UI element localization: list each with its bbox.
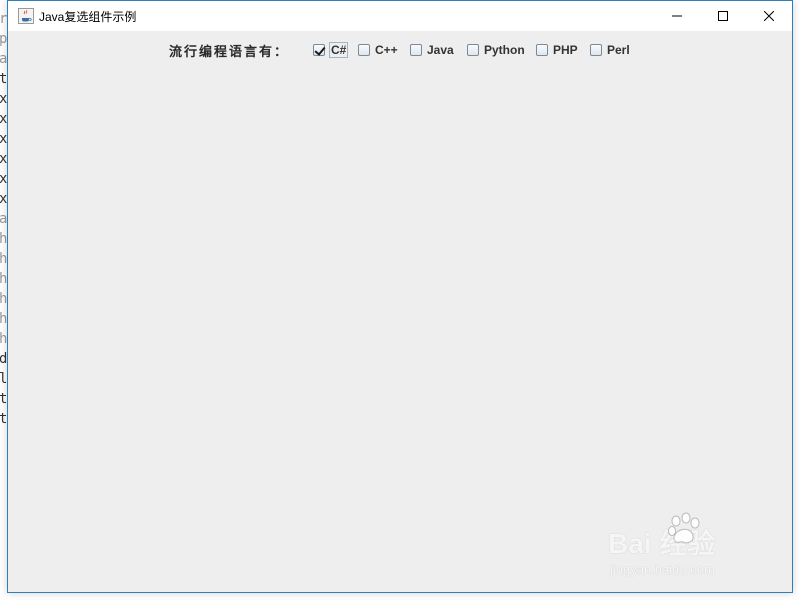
checkbox-cpp[interactable]: C++ <box>358 42 398 58</box>
checkbox-box[interactable] <box>536 44 548 56</box>
checkbox-java[interactable]: Java <box>410 42 454 58</box>
maximize-icon <box>718 11 728 21</box>
checkbox-label[interactable]: C++ <box>375 43 398 57</box>
checkbox-python[interactable]: Python <box>467 42 525 58</box>
minimize-icon <box>672 11 682 21</box>
content-panel: 流行编程语言有： C# C++ Java Python PHP Perl <box>8 31 792 592</box>
checkbox-perl[interactable]: Perl <box>590 42 630 58</box>
minimize-button[interactable] <box>654 1 700 31</box>
checkbox-box[interactable] <box>467 44 479 56</box>
checkbox-php[interactable]: PHP <box>536 42 578 58</box>
title-bar[interactable]: Java复选组件示例 <box>8 1 792 31</box>
window-title: Java复选组件示例 <box>39 10 137 24</box>
checkbox-label[interactable]: C# <box>328 42 349 58</box>
close-icon <box>764 11 774 21</box>
checkbox-csharp[interactable]: C# <box>313 42 349 58</box>
maximize-button[interactable] <box>700 1 746 31</box>
checkbox-label[interactable]: Java <box>427 43 454 57</box>
app-window: Java复选组件示例 流行编程语言有： C# C++ Java Python P… <box>7 0 793 593</box>
checkbox-label[interactable]: Python <box>484 43 525 57</box>
languages-prompt-label: 流行编程语言有： <box>169 45 290 60</box>
checkbox-box[interactable] <box>358 44 370 56</box>
java-cup-icon[interactable] <box>18 8 34 24</box>
checkbox-box[interactable] <box>590 44 602 56</box>
checkbox-box[interactable] <box>313 44 325 56</box>
checkbox-box[interactable] <box>410 44 422 56</box>
close-button[interactable] <box>746 1 792 31</box>
checkbox-label[interactable]: Perl <box>607 43 630 57</box>
checkbox-label[interactable]: PHP <box>553 43 578 57</box>
